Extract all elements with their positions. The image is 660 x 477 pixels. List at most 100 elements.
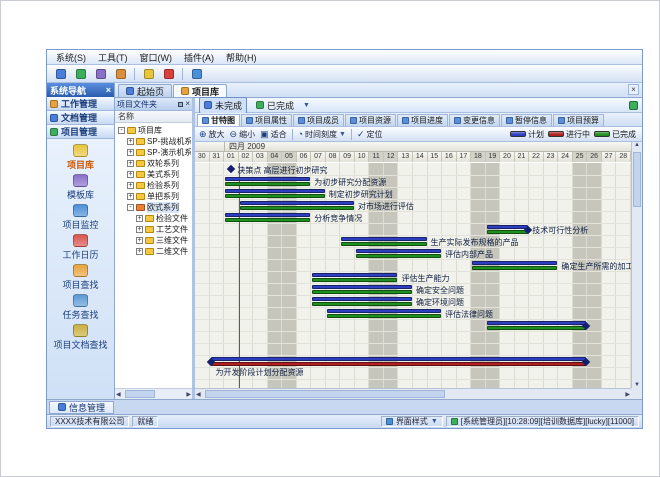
tree-item-二维文件[interactable]: +二维文件 [116, 246, 191, 257]
tree-item-欧式系列[interactable]: -欧式系列 [116, 202, 191, 213]
tab-起始页[interactable]: 起始页 [118, 84, 172, 97]
sidebar-item-项目监控[interactable]: 项目监控 [47, 202, 114, 232]
gantt-tab-项目资源[interactable]: 项目资源 [345, 114, 396, 126]
gantt-tab-项目成员[interactable]: 项目成员 [293, 114, 344, 126]
tree-item-三维文件[interactable]: +三维文件 [116, 235, 191, 246]
expand-icon[interactable]: + [127, 193, 134, 200]
tab-close-icon[interactable]: × [628, 84, 639, 95]
sidebar-item-项目查找[interactable]: 项目查找 [47, 262, 114, 292]
menu-item[interactable]: 帮助(H) [221, 51, 262, 64]
task-bar[interactable] [356, 249, 441, 258]
tree-item-美式系列[interactable]: +美式系列 [116, 169, 191, 180]
gantt-body[interactable]: 决策点 高层进行初步研究为初步研究分配资源制定初步研究计划对市场进行评估分析竞争… [195, 163, 631, 388]
task-bar[interactable] [312, 285, 412, 294]
gantt-tool-适合[interactable]: ▣适合 [260, 129, 287, 140]
scroll-up-icon[interactable]: ▲ [634, 142, 640, 148]
expand-icon[interactable]: + [136, 237, 143, 244]
gantt-tab-暂停信息[interactable]: 暂停信息 [501, 114, 552, 126]
tree-item-工艺文件[interactable]: +工艺文件 [116, 224, 191, 235]
tree-item-检验文件[interactable]: +检验文件 [116, 213, 191, 224]
scrollbar-thumb[interactable] [633, 152, 641, 207]
task-bar[interactable] [327, 309, 441, 318]
chevron-down-icon[interactable]: ▼ [303, 102, 310, 109]
expand-icon[interactable]: + [127, 149, 134, 156]
gantt-tab-项目预算[interactable]: 项目预算 [553, 114, 604, 126]
gantt-horizontal-scrollbar[interactable]: ◀ ▶ [195, 388, 631, 399]
gantt-tab-甘特图[interactable]: 甘特图 [197, 114, 240, 126]
sidebar-item-工作日历[interactable]: 工作日历 [47, 232, 114, 262]
day-header-cell: 10 [355, 152, 370, 162]
scroll-right-icon[interactable]: ▶ [186, 391, 191, 398]
close-icon[interactable]: × [185, 100, 190, 108]
gantt-tab-项目属性[interactable]: 项目属性 [241, 114, 292, 126]
sidebar-item-任务查找[interactable]: 任务查找 [47, 292, 114, 322]
window-button[interactable] [92, 66, 109, 81]
menu-bar: 系统(S)工具(T)窗口(W)插件(A)帮助(H) [47, 50, 642, 65]
expand-icon[interactable]: + [136, 215, 143, 222]
menu-item[interactable]: 工具(T) [93, 51, 133, 64]
menu-item[interactable]: 系统(S) [51, 51, 91, 64]
tree-item-label: 双轮系列 [147, 158, 179, 169]
expand-icon[interactable]: + [127, 171, 134, 178]
system-button[interactable] [52, 66, 69, 81]
task-bar[interactable] [312, 273, 397, 282]
task-bar[interactable] [472, 261, 557, 270]
sidebar-group-工作管理[interactable]: 工作管理 [47, 97, 114, 111]
menu-item[interactable]: 插件(A) [179, 51, 219, 64]
help-button[interactable] [188, 66, 205, 81]
tab-项目库[interactable]: 项目库 [173, 84, 227, 97]
collapse-icon[interactable]: - [127, 204, 134, 211]
expand-icon[interactable]: + [136, 248, 143, 255]
scrollbar-thumb[interactable] [125, 390, 155, 398]
scroll-left-icon[interactable]: ◀ [196, 391, 201, 398]
sidebar-group-文档管理[interactable]: 文档管理 [47, 111, 114, 125]
gantt-tool-时间刻度[interactable]: ◔时间刻度▼ [298, 129, 346, 140]
filter-已完成[interactable]: 已完成 [251, 97, 299, 114]
tree-horizontal-scrollbar[interactable]: ◀ ▶ [115, 388, 192, 399]
task-bar[interactable] [225, 213, 310, 222]
sidebar-item-项目库[interactable]: 项目库 [47, 142, 114, 172]
status-ui-style-selector[interactable]: 界面样式 ▼ [381, 416, 443, 427]
filter-未完成[interactable]: 未完成 [199, 97, 247, 114]
tools-button[interactable] [72, 66, 89, 81]
task-bar[interactable] [487, 321, 587, 330]
tree-item-SP-挑战机系列[interactable]: +SP-挑战机系列 [116, 136, 191, 147]
task-bar[interactable] [341, 237, 426, 246]
gantt-tab-变更信息[interactable]: 变更信息 [449, 114, 500, 126]
scroll-left-icon[interactable]: ◀ [116, 391, 121, 398]
pin-icon[interactable] [178, 102, 183, 107]
collapse-icon[interactable]: - [118, 127, 125, 134]
task-bar[interactable] [211, 357, 587, 366]
sidebar-group-项目管理[interactable]: 项目管理 [47, 125, 114, 139]
menu-item[interactable]: 窗口(W) [135, 51, 178, 64]
expand-icon[interactable]: + [136, 226, 143, 233]
expand-icon[interactable]: + [127, 182, 134, 189]
tree-item-单把系列[interactable]: +单把系列 [116, 191, 191, 202]
tree-item-检验系列[interactable]: +检验系列 [116, 180, 191, 191]
tree-item-双轮系列[interactable]: + 双轮系列 [116, 158, 191, 169]
tree-item-SP-演示机系列[interactable]: +SP-演示机系列 [116, 147, 191, 158]
dock-tab-info-management[interactable]: 信息管理 [49, 401, 114, 414]
expand-icon[interactable]: + [127, 138, 134, 145]
task-bar[interactable] [240, 201, 354, 210]
plugin-button[interactable] [112, 66, 129, 81]
gantt-tool-放大[interactable]: ⊕放大 [199, 129, 225, 140]
task-bar[interactable] [487, 225, 529, 234]
tree-item-项目库[interactable]: -项目库 [116, 125, 191, 136]
sidebar-close-icon[interactable]: × [106, 86, 111, 95]
gantt-tool-缩小[interactable]: ⊖缩小 [230, 129, 256, 140]
scrollbar-thumb[interactable] [205, 390, 445, 398]
refresh-icon[interactable] [629, 101, 638, 110]
sidebar-item-模板库[interactable]: 模板库 [47, 172, 114, 202]
gantt-tab-项目进度[interactable]: 项目进度 [397, 114, 448, 126]
scroll-right-icon[interactable]: ▶ [625, 391, 630, 398]
sidebar-item-项目文档查找[interactable]: 项目文档查找 [47, 322, 114, 352]
gantt-tool-定位[interactable]: ✓定位 [357, 129, 383, 140]
gantt-vertical-scrollbar[interactable]: ▲ ▼ [631, 142, 642, 388]
lock-button[interactable] [140, 66, 157, 81]
task-bar[interactable] [225, 189, 325, 198]
logout-button[interactable] [160, 66, 177, 81]
task-bar[interactable] [312, 297, 412, 306]
task-bar[interactable] [225, 177, 310, 186]
expand-icon[interactable]: + [127, 160, 134, 167]
